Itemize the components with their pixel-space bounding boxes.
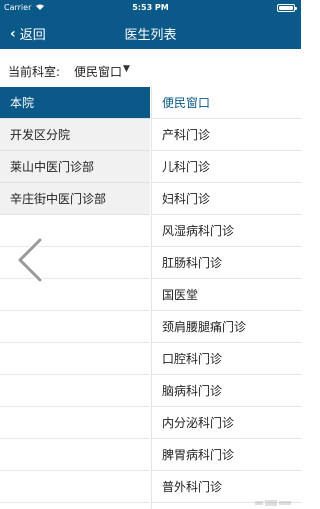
empty-row	[0, 407, 150, 439]
department-item[interactable]: 肛肠科门诊	[152, 247, 302, 279]
department-value[interactable]: 便民窗口	[74, 63, 122, 80]
department-item[interactable]: 脾胃病科门诊	[152, 439, 302, 471]
page-title: 医生列表	[124, 28, 177, 43]
department-item[interactable]: 国医堂	[152, 279, 302, 311]
hospital-item[interactable]: 辛庄街中医门诊部	[0, 183, 150, 215]
department-list: 便民窗口 产科门诊 儿科门诊 妇科门诊 风湿病科门诊 肛肠科门诊 国医堂 颈肩腰…	[151, 87, 302, 509]
empty-row	[0, 375, 150, 407]
hospital-list: 本院 开发区分院 莱山中医门诊部 辛庄街中医门诊部	[0, 87, 150, 509]
battery-icon	[277, 4, 297, 12]
empty-row	[0, 439, 150, 471]
department-item[interactable]: 便民窗口	[152, 87, 302, 119]
department-item[interactable]: 风湿病科门诊	[152, 215, 302, 247]
department-selector[interactable]: 当前科室: 便民窗口 ▼	[0, 49, 301, 87]
watermark-logo	[255, 500, 291, 506]
status-bar: Carrier 5:53 PM	[0, 0, 301, 15]
navigation-bar: ‹ 返回 医生列表	[0, 15, 301, 49]
department-item[interactable]: 妇科门诊	[152, 183, 302, 215]
hospital-item[interactable]: 莱山中医门诊部	[0, 151, 150, 183]
department-item[interactable]: 儿科门诊	[152, 151, 302, 183]
department-item[interactable]: 产科门诊	[152, 119, 302, 151]
department-label: 当前科室:	[8, 65, 61, 79]
caret-down-icon[interactable]: ▼	[123, 64, 130, 74]
department-item[interactable]: 口腔科门诊	[152, 343, 302, 375]
empty-row	[0, 311, 150, 343]
hospital-item[interactable]: 开发区分院	[0, 119, 150, 151]
empty-row	[0, 471, 150, 503]
department-item[interactable]: 颈肩腰腿痛门诊	[152, 311, 302, 343]
department-item[interactable]: 内分泌科门诊	[152, 407, 302, 439]
empty-row	[0, 343, 150, 375]
hospital-item[interactable]: 本院	[0, 87, 150, 119]
large-chevron-left-icon[interactable]	[12, 236, 48, 284]
status-time: 5:53 PM	[132, 3, 169, 12]
department-item[interactable]: 脑病科门诊	[152, 375, 302, 407]
